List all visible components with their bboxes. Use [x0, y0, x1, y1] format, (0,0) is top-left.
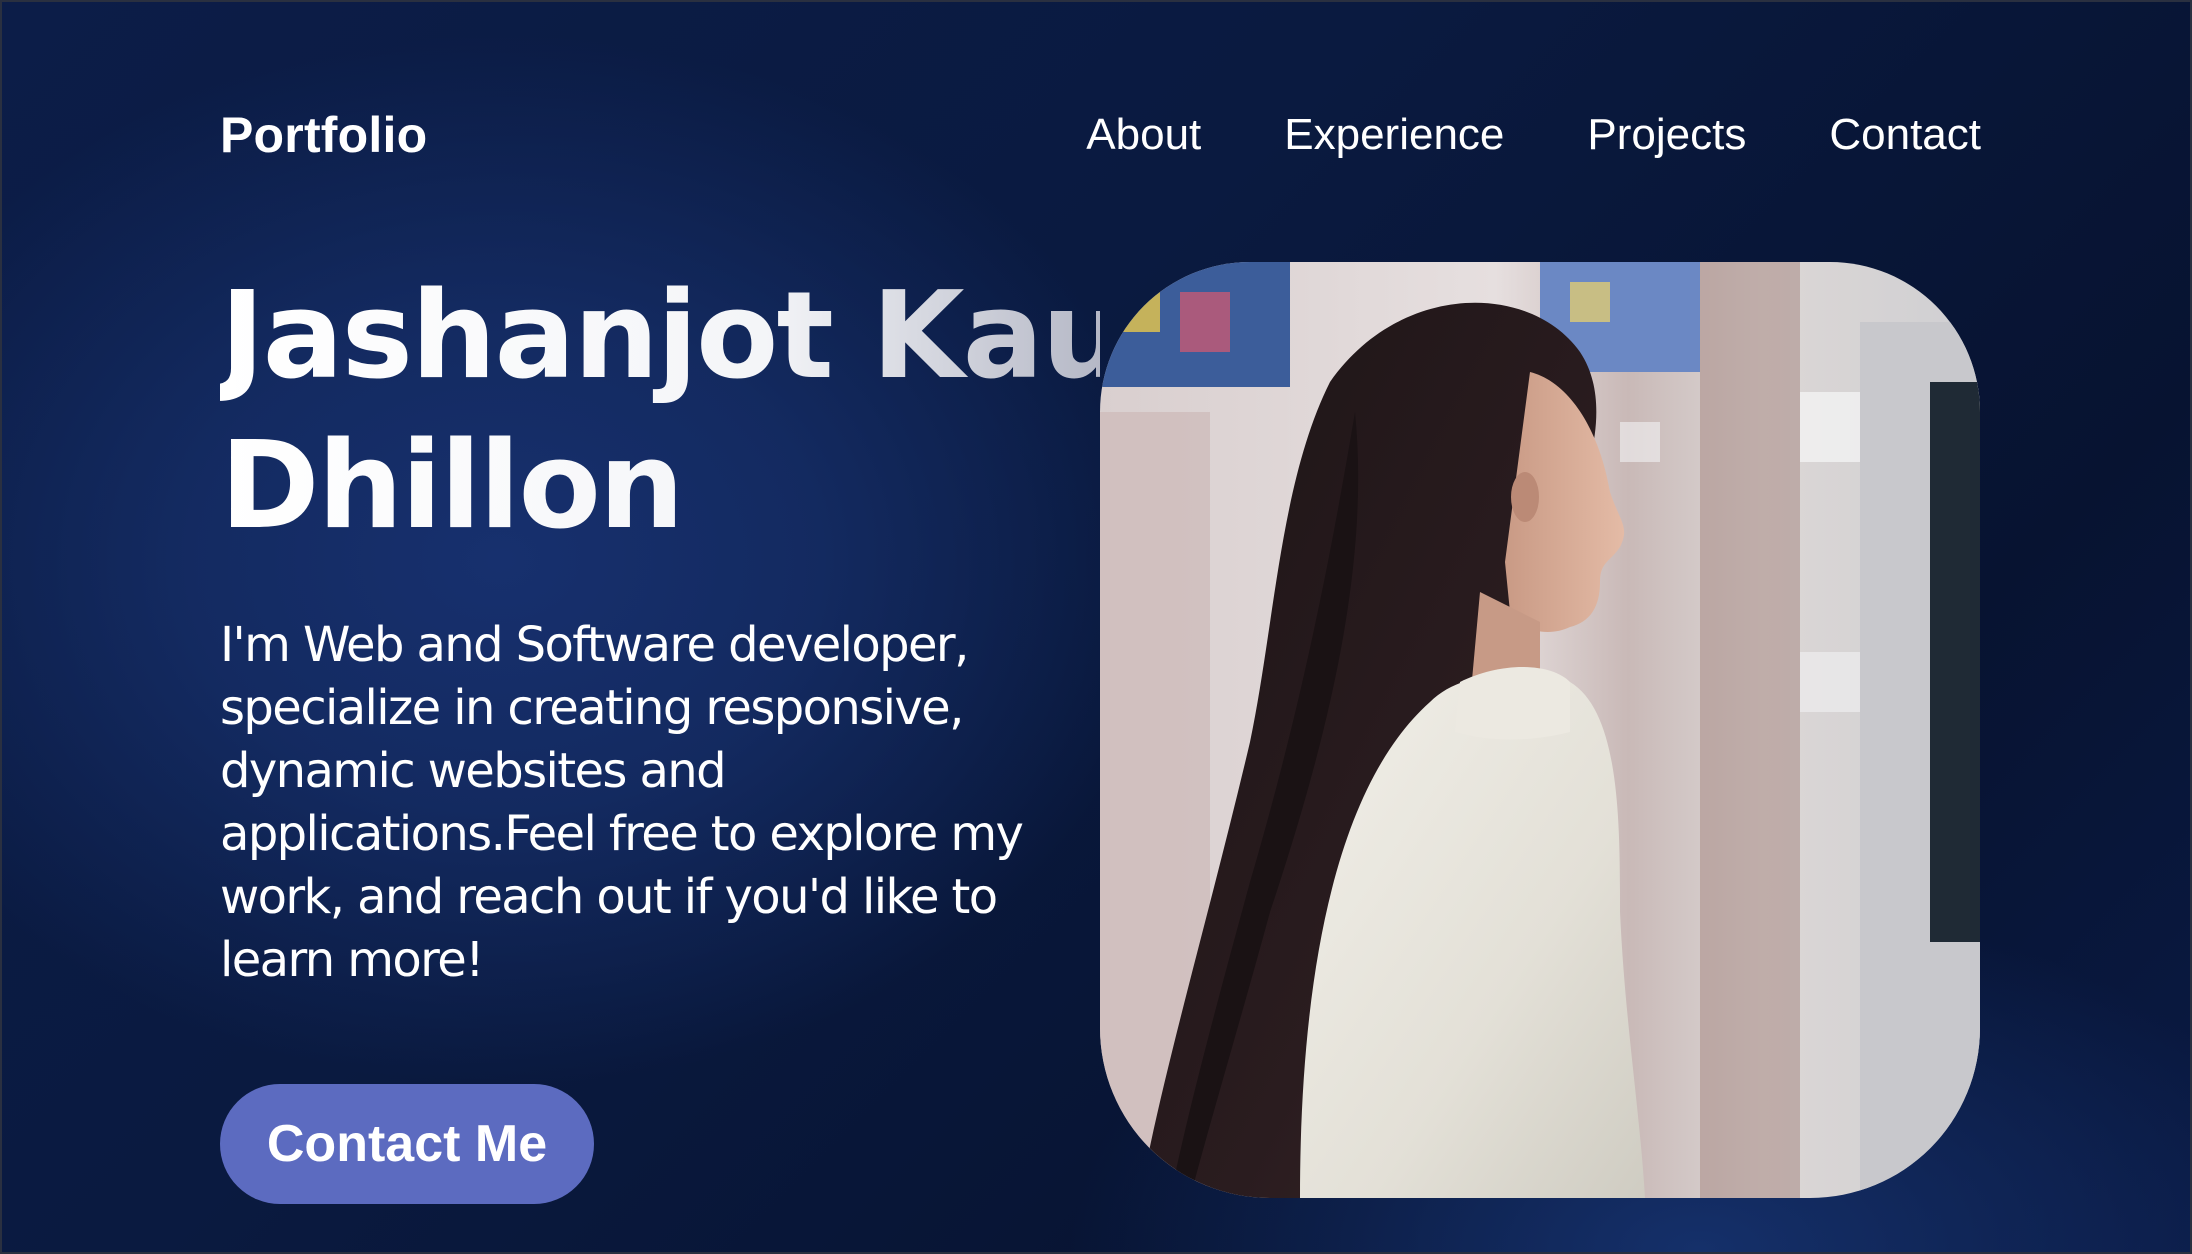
hero-name-line2: Dhillon: [220, 417, 683, 556]
profile-photo: [1100, 262, 1980, 1198]
nav-link-experience[interactable]: Experience: [1284, 110, 1504, 160]
main-nav: About Experience Projects Contact: [1086, 110, 1981, 160]
nav-link-contact[interactable]: Contact: [1829, 110, 1981, 160]
hero-name-line1: Jashanjot Kaur: [220, 267, 1183, 406]
contact-me-button[interactable]: Contact Me: [220, 1084, 594, 1204]
nav-link-projects[interactable]: Projects: [1587, 110, 1746, 160]
hero-name: Jashanjot Kaur Dhillon: [220, 262, 1100, 562]
brand-logo[interactable]: Portfolio: [220, 106, 427, 164]
profile-photo-illustration: [1100, 262, 1980, 1198]
nav-link-about[interactable]: About: [1086, 110, 1201, 160]
hero-bio: I'm Web and Software developer, speciali…: [220, 617, 1024, 988]
